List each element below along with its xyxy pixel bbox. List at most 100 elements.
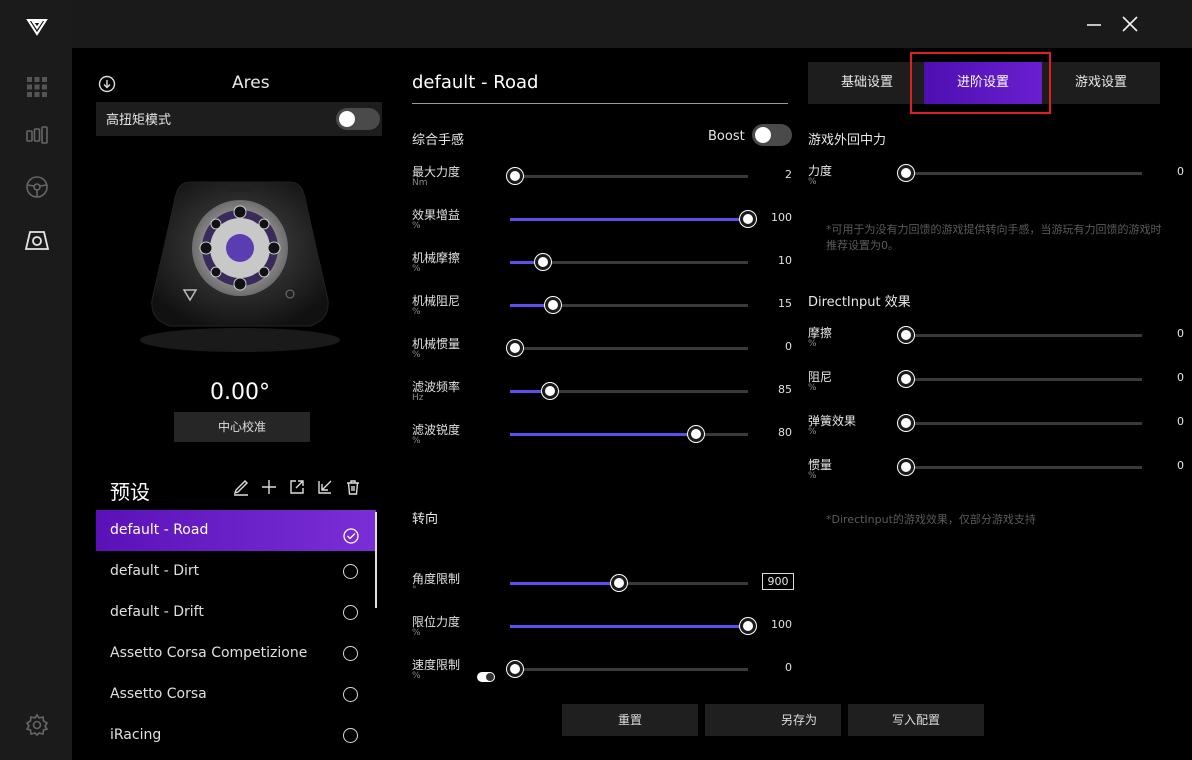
slider-knob[interactable] [898, 459, 914, 475]
pedals-icon[interactable] [24, 122, 50, 148]
slider-track[interactable] [510, 575, 748, 591]
slider-unit: % [808, 471, 817, 481]
slider-fill [510, 433, 696, 436]
slider-track[interactable] [510, 618, 756, 634]
slider-row: 效果增益% 100 [412, 206, 792, 246]
slider-row: 滤波频率 Hz 85 [412, 378, 792, 418]
settings-icon[interactable] [24, 712, 50, 738]
slider-track[interactable] [510, 383, 748, 399]
preset-label: default - Drift [110, 604, 204, 620]
boost-toggle[interactable] [752, 124, 792, 146]
grid-icon[interactable] [24, 74, 50, 100]
slider-knob[interactable] [506, 661, 523, 677]
slider-knob[interactable] [535, 254, 552, 270]
radio-icon[interactable] [343, 646, 358, 661]
slider-knob[interactable] [506, 168, 523, 184]
preset-list: default - Road default - Dirt default - … [96, 510, 376, 756]
slider-track[interactable] [898, 327, 1142, 343]
slider-unit: % [808, 383, 817, 393]
directinput-row: 阻尼% 0 [808, 368, 1184, 408]
slider-track[interactable] [510, 426, 748, 442]
profile-name: default - Road [412, 72, 539, 93]
slider-knob[interactable] [687, 426, 704, 442]
directinput-row: 摩擦% 0 [808, 324, 1184, 364]
import-icon[interactable] [314, 476, 336, 498]
slider-track[interactable] [506, 168, 748, 184]
slider-unit: ° [412, 585, 417, 595]
radio-icon[interactable] [343, 728, 358, 743]
save-as-button[interactable]: 另存为 [705, 704, 841, 736]
add-icon[interactable] [258, 476, 280, 498]
boost-label: Boost [708, 129, 745, 144]
slider-track[interactable] [898, 459, 1142, 475]
slider-value: 100 [771, 211, 792, 224]
list-item[interactable]: default - Dirt [96, 551, 376, 592]
force-slider-row: 力度 % 0 [808, 162, 1184, 202]
directinput-note: *DirectInput的游戏效果，仅部分游戏支持 [826, 513, 1036, 526]
slider-row: 限位力度% 100 [412, 613, 792, 653]
slider-unit: % [412, 436, 421, 446]
slider-value: 15 [778, 297, 792, 310]
slider-knob[interactable] [506, 340, 523, 356]
slider-label: 角度限制 [412, 572, 461, 586]
directinput-row: 惯量% 0 [808, 456, 1184, 496]
list-item[interactable]: iRacing [96, 715, 376, 756]
profile-underline [412, 103, 788, 104]
slider-knob[interactable] [898, 415, 914, 431]
preset-label: Assetto Corsa [110, 686, 207, 702]
steering-wheel-icon[interactable] [24, 174, 50, 200]
slider-track[interactable] [506, 661, 748, 677]
center-force-note: *可用于为没有力回馈的游戏提供转向手感，当游玩有力回馈的游戏时推荐设置为0。 [826, 223, 1162, 252]
edit-icon[interactable] [230, 476, 252, 498]
slider-row: 角度限制 ° 900 [412, 570, 794, 610]
slider-track[interactable] [510, 297, 748, 313]
list-item[interactable]: Assetto Corsa Competizione [96, 633, 376, 674]
slider-unit: % [412, 671, 421, 681]
tab-basic[interactable]: 基础设置 [808, 62, 926, 104]
export-icon[interactable] [286, 476, 308, 498]
high-torque-toggle[interactable] [336, 108, 380, 130]
slider-value: 0 [1177, 415, 1184, 428]
slider-knob[interactable] [611, 575, 628, 591]
list-item[interactable]: default - Drift [96, 592, 376, 633]
minimize-icon[interactable] [1082, 12, 1106, 36]
slider-value: 2 [785, 168, 792, 181]
slider-track[interactable] [510, 254, 748, 270]
slider-row: 滤波锐度% 80 [412, 421, 792, 461]
slider-track[interactable] [510, 211, 756, 227]
download-icon[interactable] [98, 75, 116, 97]
delete-icon[interactable] [342, 476, 364, 498]
logo-icon [24, 14, 50, 40]
radio-icon[interactable] [343, 687, 358, 702]
slider-value-input[interactable]: 900 [762, 573, 794, 590]
force-slider[interactable] [898, 165, 1142, 181]
slider-track[interactable] [898, 371, 1142, 387]
slider-knob[interactable] [544, 297, 561, 313]
preset-scrollbar[interactable] [375, 512, 377, 608]
slider-fill [510, 625, 748, 628]
close-icon[interactable] [1118, 12, 1142, 36]
slider-value: 10 [778, 254, 792, 267]
slider-unit: % [412, 350, 421, 360]
list-item[interactable]: default - Road [96, 510, 376, 551]
write-config-button[interactable]: 写入配置 [848, 704, 984, 736]
slider-fill [510, 582, 620, 585]
center-calibrate-button[interactable]: 中心校准 [174, 412, 310, 442]
list-item[interactable]: Assetto Corsa [96, 674, 376, 715]
device-name: Ares [232, 73, 270, 93]
slider-knob[interactable] [542, 383, 559, 399]
radio-icon[interactable] [343, 564, 358, 579]
reset-button[interactable]: 重置 [562, 704, 698, 736]
slider-track[interactable] [506, 340, 748, 356]
speed-limit-toggle[interactable] [477, 672, 495, 682]
tab-game[interactable]: 游戏设置 [1042, 62, 1160, 104]
slider-knob[interactable] [898, 371, 914, 387]
force-value: 0 [1177, 165, 1184, 178]
slider-track[interactable] [898, 415, 1142, 431]
slider-unit: % [412, 264, 421, 274]
radio-icon[interactable] [343, 605, 358, 620]
wheelbase-icon[interactable] [24, 228, 50, 254]
section-directinput: DirectInput 效果 [808, 295, 911, 310]
slider-knob[interactable] [898, 327, 914, 343]
preset-label: iRacing [110, 727, 162, 743]
